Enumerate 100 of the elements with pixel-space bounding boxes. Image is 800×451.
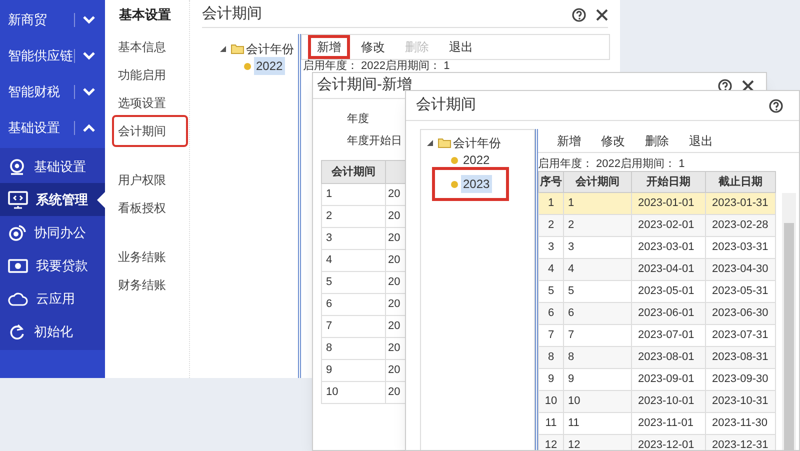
table-cell: 2023-04-30 [706,258,776,280]
table-cell: 2023-03-01 [632,236,706,258]
table-cell: 2 [538,214,564,236]
toolbar-button[interactable]: 退出 [680,129,722,152]
table-cell: 2023-03-31 [706,236,776,258]
table-row[interactable]: 8 8 2023-08-01 2023-08-31 [538,346,776,368]
table-cell: 2023-02-28 [706,214,776,236]
column-header: 截止日期 [706,172,776,192]
table-cell: 2023-07-01 [632,324,706,346]
table-row[interactable]: 12 12 2023-12-01 2023-12-31 [538,434,776,450]
menu-item[interactable]: 财务结账 [114,271,186,299]
refresh-icon [8,322,26,340]
table-cell: 11 [564,412,632,434]
cash-icon [8,258,28,274]
sidebar-item[interactable]: 我要贷款 [0,249,105,282]
table-cell: 1 [564,192,632,214]
table-row[interactable]: 7 7 2023-07-01 2023-07-31 [538,324,776,346]
expand-icon[interactable] [220,46,226,52]
tree-item[interactable]: 2023 [461,175,492,193]
expand-icon[interactable] [427,140,433,146]
menu-group[interactable]: 智能供应链 [8,46,74,66]
tree-item[interactable]: 2022 [254,57,285,75]
folder-icon [438,138,451,148]
table-row[interactable]: 11 11 2023-11-01 2023-11-30 [538,412,776,434]
table-cell: 2023-11-30 [706,412,776,434]
toolbar-button[interactable]: 修改 [352,35,394,59]
table-cell: 2023-02-01 [632,214,706,236]
node-dot-icon [451,156,458,164]
table-cell: 4 [538,258,564,280]
tree-label[interactable]: 会计年份 [246,40,294,58]
help-icon[interactable] [769,98,783,112]
menu-item[interactable]: 会计期间 [114,117,186,145]
menu-item[interactable]: 选项设置 [114,89,186,117]
table-row[interactable]: 10 10 2023-10-01 2023-10-31 [538,390,776,412]
table-row[interactable]: 6 6 2023-06-01 2023-06-30 [538,302,776,324]
toolbar-button[interactable]: 删除 [636,129,678,152]
folder-icon [231,44,244,54]
table-cell: 10 [564,390,632,412]
table-row[interactable]: 1 1 2023-01-01 2023-01-31 [538,192,776,214]
sidebar-item[interactable]: 协同办公 [0,216,105,249]
window-title: 会计期间-新增 [317,75,413,96]
toolbar-button[interactable]: 新增 [308,35,350,59]
table-cell: 5 [564,280,632,302]
table-row[interactable]: 9 9 2023-09-01 2023-09-30 [538,368,776,390]
help-icon[interactable] [572,8,586,22]
scrollbar[interactable] [782,193,796,450]
chevron-icon[interactable] [83,88,95,96]
table-cell: 12 [538,434,564,450]
chevron-icon[interactable] [83,16,95,24]
chevron-icon[interactable] [83,124,95,132]
table-cell: 4 [564,258,632,280]
table-cell: 3 [564,236,632,258]
menu-item[interactable]: 用户权限 [114,166,186,194]
table-cell: 2023-07-31 [706,324,776,346]
menu-group[interactable]: 智能财税 [8,82,74,102]
table-cell: 9 [564,368,632,390]
info-text: 启用年度： 2022启用期间： 1 [538,156,686,171]
sidebar-item[interactable]: 初始化 [0,315,105,348]
table-cell: 3 [322,228,386,250]
table-row[interactable]: 3 3 2023-03-01 2023-03-31 [538,236,776,258]
close-icon[interactable] [596,8,608,20]
menu-item[interactable]: 业务结账 [114,243,186,271]
toolbar-button[interactable]: 退出 [440,35,482,59]
help-icon[interactable] [718,78,732,92]
node-dot-icon [244,62,251,70]
close-icon[interactable] [742,80,754,92]
table-cell: 2023-08-31 [706,346,776,368]
menu-group[interactable]: 基础设置 [8,118,74,138]
table-row[interactable]: 5 5 2023-05-01 2023-05-31 [538,280,776,302]
menu-item[interactable]: 看板授权 [114,194,186,222]
table-cell: 2023-05-31 [706,280,776,302]
sidebar-item[interactable]: 云应用 [0,282,105,315]
menu-heading: 基本设置 [119,6,172,24]
monitor-icon [8,190,28,208]
tree-item[interactable]: 2022 [461,151,492,169]
table-row[interactable]: 2 2 2023-02-01 2023-02-28 [538,214,776,236]
toolbar-button[interactable]: 修改 [592,129,634,152]
menu-group[interactable]: 新商贸 [8,10,74,30]
table-cell: 2023-10-31 [706,390,776,412]
table-cell: 2023-01-01 [632,192,706,214]
table-cell: 2023-09-01 [632,368,706,390]
ring-icon [8,224,26,242]
table-row[interactable]: 4 4 2023-04-01 2023-04-30 [538,258,776,280]
table-cell: 5 [322,272,386,294]
toolbar-button[interactable]: 新增 [548,129,590,152]
table-cell: 1 [322,184,386,206]
table-cell: 2023-04-01 [632,258,706,280]
table-cell: 2023-06-01 [632,302,706,324]
chevron-icon[interactable] [83,52,95,60]
table-cell: 2023-06-30 [706,302,776,324]
column-header: 会计期间 [564,172,632,192]
table-cell: 9 [322,360,386,382]
tree-label[interactable]: 会计年份 [453,134,501,152]
sidebar-item[interactable]: 基础设置 [0,150,105,183]
window-title: 会计期间 [202,4,263,24]
table-cell: 6 [322,294,386,316]
node-dot-icon [451,180,458,188]
menu-item[interactable]: 功能启用 [114,61,186,89]
menu-item[interactable]: 基本信息 [114,33,186,61]
sidebar-item[interactable]: 系统管理 [0,183,105,216]
